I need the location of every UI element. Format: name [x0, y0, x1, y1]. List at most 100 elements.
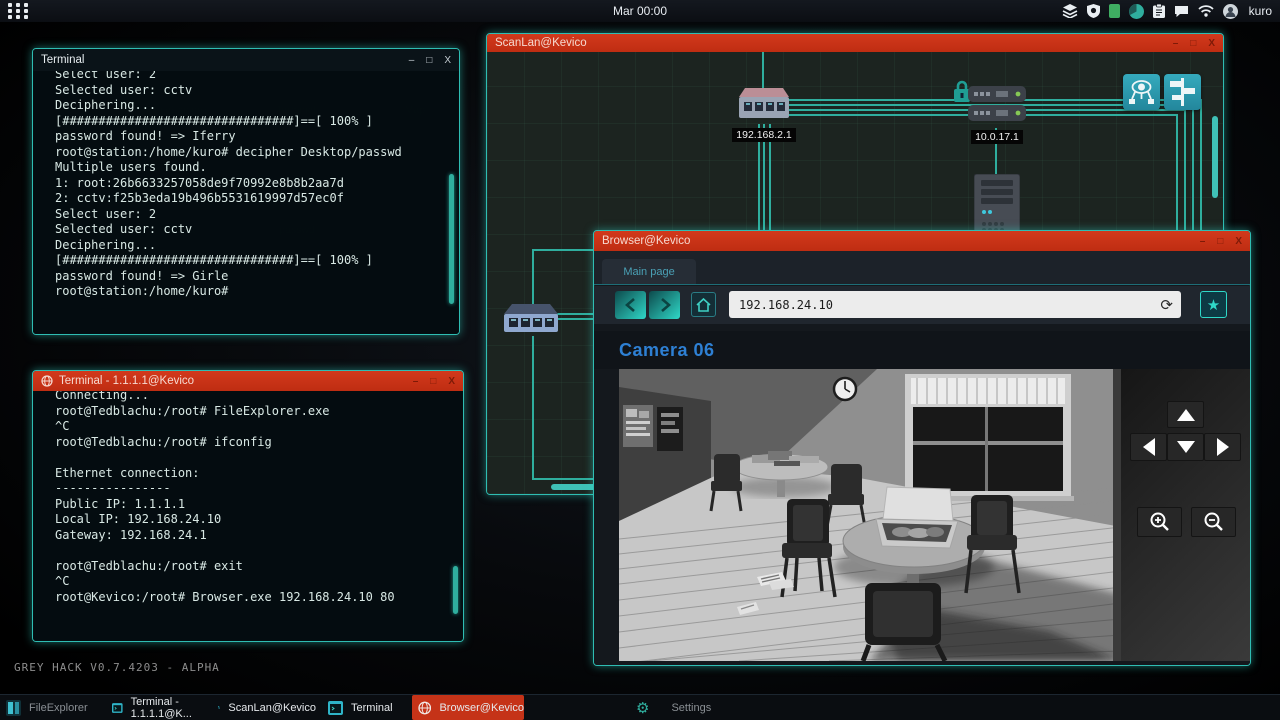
home-button[interactable]	[691, 292, 716, 317]
refresh-icon[interactable]: ⟳	[1160, 296, 1173, 314]
remote-terminal-titlebar[interactable]: Terminal - 1.1.1.1@Kevico – □ X	[33, 371, 463, 391]
terminal-icon	[112, 701, 123, 715]
globe-icon	[418, 701, 431, 715]
minimize-button[interactable]: –	[1173, 38, 1179, 49]
top-bar: Mar 00:00 kuro	[0, 0, 1280, 22]
taskbar: FileExplorer Terminal - 1.1.1.1@K... Sca…	[0, 694, 1280, 720]
window-title: Terminal	[41, 54, 84, 66]
terminal-line: root@Tedblachu:/root# FileExplorer.exe	[55, 404, 453, 420]
taskbar-item-fileexplorer[interactable]: FileExplorer	[0, 695, 104, 720]
terminal-line: ^C	[55, 419, 453, 435]
pan-up-button[interactable]	[1167, 401, 1204, 428]
minimize-button[interactable]: –	[1200, 236, 1206, 247]
left-arrow-icon	[1143, 438, 1155, 456]
terminal-line: 1: root:26b6633257058de9f70992e8b8b2aa7d	[55, 176, 449, 192]
shield-icon[interactable]	[1087, 4, 1100, 18]
window-title: ScanLan@Kevico	[495, 37, 587, 49]
terminal-line: Deciphering...	[55, 98, 449, 114]
wifi-icon[interactable]	[1198, 5, 1214, 17]
battery-icon[interactable]	[1109, 4, 1120, 18]
forward-button[interactable]	[649, 291, 680, 319]
close-button[interactable]: X	[444, 55, 451, 66]
zoom-in-icon	[1149, 511, 1171, 533]
terminal-line: password found! => Iferry	[55, 129, 449, 145]
terminal-line: Select user: 2	[55, 207, 449, 223]
pan-left-button[interactable]	[1130, 433, 1167, 461]
terminal-scrollbar[interactable]	[449, 174, 454, 304]
node-router[interactable]: 192.168.2.1	[727, 88, 801, 143]
terminal-line: Multiple users found.	[55, 160, 449, 176]
scan-tool-button[interactable]	[1123, 74, 1160, 110]
down-arrow-icon	[1177, 441, 1195, 453]
minimize-button[interactable]: –	[409, 55, 415, 66]
avatar-icon[interactable]	[1223, 4, 1238, 19]
scanlan-titlebar[interactable]: ScanLan@Kevico – □ X	[487, 34, 1223, 52]
terminal-output[interactable]: Select user: 2Selected user: cctv Deciphe…	[33, 71, 459, 334]
close-button[interactable]: X	[1235, 236, 1242, 247]
switch-icon	[504, 304, 558, 334]
window-terminal: Terminal – □ X Select user: 2Selected us…	[32, 48, 460, 335]
right-arrow-icon	[1217, 438, 1229, 456]
terminal-line: Gateway: 192.168.24.1	[55, 528, 453, 544]
tab-main-page[interactable]: Main page	[602, 259, 696, 284]
zoom-in-button[interactable]	[1137, 507, 1182, 537]
maximize-button[interactable]: □	[1190, 38, 1196, 49]
tower-pc-icon	[974, 174, 1020, 238]
username-label[interactable]: kuro	[1249, 4, 1272, 18]
address-bar[interactable]: 192.168.24.10 ⟳	[729, 291, 1181, 318]
taskbar-item-settings[interactable]: ⚙ Settings	[630, 695, 750, 720]
back-button[interactable]	[615, 291, 646, 319]
camera-controls	[1121, 369, 1251, 661]
minimize-button[interactable]: –	[413, 376, 419, 387]
terminal-line: Local IP: 192.168.24.10	[55, 512, 453, 528]
gear-icon: ⚙	[636, 699, 649, 717]
node-switch[interactable]	[501, 304, 561, 339]
pie-meter-icon[interactable]	[1129, 4, 1144, 19]
taskbar-item-scanlan[interactable]: ScanLan@Kevico	[212, 695, 316, 720]
router-icon	[739, 88, 789, 120]
window-remote-terminal: Terminal - 1.1.1.1@Kevico – □ X Connecti…	[32, 370, 464, 642]
terminal-line: Selected user: cctv	[55, 222, 449, 238]
camera-feed[interactable]	[619, 369, 1121, 661]
terminal-line: ^C	[55, 574, 453, 590]
pan-right-button[interactable]	[1204, 433, 1241, 461]
browser-page: Camera 06	[594, 324, 1250, 665]
terminal-titlebar[interactable]: Terminal – □ X	[33, 49, 459, 71]
terminal-line: root@Tedblachu:/root# ifconfig	[55, 435, 453, 451]
close-button[interactable]: X	[1208, 38, 1215, 49]
browser-titlebar[interactable]: Browser@Kevico – □ X	[594, 231, 1250, 251]
zoom-out-button[interactable]	[1191, 507, 1236, 537]
terminal-line: password found! => Girle	[55, 269, 449, 285]
window-title: Terminal - 1.1.1.1@Kevico	[59, 375, 194, 387]
up-arrow-icon	[1177, 409, 1195, 421]
fileexplorer-icon	[6, 700, 21, 716]
taskbar-item-browser[interactable]: Browser@Kevico	[412, 695, 524, 720]
terminal-line: root@Kevico:/root# Browser.exe 192.168.2…	[55, 590, 453, 606]
browser-tabstrip: Main page	[594, 251, 1250, 285]
window-browser: Browser@Kevico – □ X Main page 192.168.2…	[593, 230, 1251, 666]
browser-navbar: 192.168.24.10 ⟳ ★	[594, 286, 1250, 324]
vertical-scrollbar[interactable]	[1212, 116, 1218, 198]
terminal-output[interactable]: Connecting...root@Tedblachu:/root# FileE…	[33, 391, 463, 641]
terminal-line: Connecting...	[55, 391, 453, 404]
maximize-button[interactable]: □	[426, 55, 432, 66]
game-version-label: GREY HACK V0.7.4203 - ALPHA	[14, 661, 220, 674]
horizontal-scrollbar[interactable]	[551, 484, 599, 490]
maximize-button[interactable]: □	[1217, 236, 1223, 247]
terminal-line: ----------------	[55, 481, 453, 497]
pan-down-button[interactable]	[1167, 433, 1204, 461]
taskbar-item-terminal[interactable]: Terminal	[318, 695, 410, 720]
camera-scene	[619, 369, 1121, 661]
bookmark-button[interactable]: ★	[1200, 291, 1227, 318]
layers-icon[interactable]	[1062, 4, 1078, 18]
chat-icon[interactable]	[1174, 5, 1189, 18]
terminal-line: root@Tedblachu:/root# exit	[55, 559, 453, 575]
terminal-scrollbar[interactable]	[453, 566, 458, 614]
node-rack-server[interactable]: 10.0.17.1	[967, 86, 1027, 145]
taskbar-item-remote-terminal[interactable]: Terminal - 1.1.1.1@K...	[106, 695, 210, 720]
clipboard-icon[interactable]	[1153, 4, 1165, 18]
close-button[interactable]: X	[448, 376, 455, 387]
terminal-line: [################################]==[ 10…	[55, 114, 449, 130]
route-tool-button[interactable]	[1164, 74, 1201, 110]
maximize-button[interactable]: □	[430, 376, 436, 387]
